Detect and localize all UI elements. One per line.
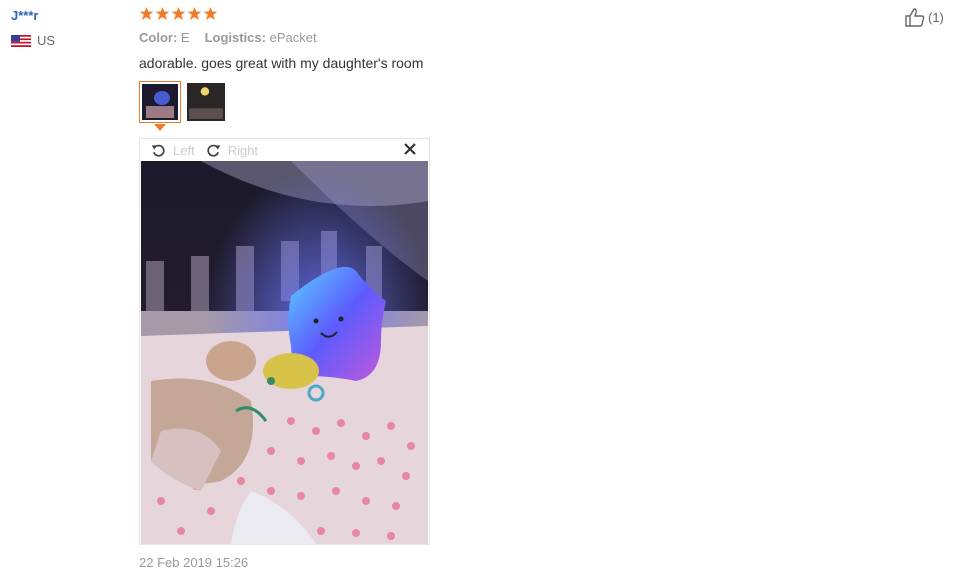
review-text: adorable. goes great with my daughter's … [139, 55, 424, 71]
review-thumbnail-2[interactable] [185, 81, 227, 123]
rotate-left-button[interactable]: Left [150, 142, 195, 159]
rotate-left-label: Left [173, 142, 195, 158]
order-attributes: Color: E Logistics: ePacket [139, 30, 317, 45]
review-photo [141, 161, 428, 544]
review-thumbnails [139, 81, 227, 123]
color-label: Color: [139, 30, 178, 45]
logistics-label: Logistics: [204, 30, 266, 45]
review-photo-thumbnail [187, 83, 225, 121]
logistics-value: ePacket [269, 30, 317, 45]
rotate-right-icon [207, 144, 220, 157]
review-date: 22 Feb 2019 15:26 [139, 555, 249, 570]
color-attribute: Color: E [139, 30, 190, 45]
logistics-attribute: Logistics: ePacket [205, 30, 317, 45]
viewer-toolbar: Left Right [140, 139, 429, 161]
reviewer-country: US [11, 33, 55, 48]
rotate-right-button[interactable]: Right [205, 142, 258, 159]
star-icon [155, 6, 170, 21]
us-flag-icon [11, 34, 31, 47]
photo-viewer: Left Right [139, 138, 430, 545]
star-icon [203, 6, 218, 21]
star-icon [139, 6, 154, 21]
thumbnail-pointer [154, 124, 166, 131]
rotate-right-label: Right [227, 142, 259, 158]
star-rating [139, 6, 218, 21]
reviewer-name[interactable]: J***r [11, 8, 38, 23]
star-icon [187, 6, 202, 21]
helpful-button[interactable]: (1) [904, 7, 944, 27]
thumbs-up-icon [905, 8, 925, 27]
country-code: US [37, 33, 56, 48]
rotate-left-icon [151, 144, 165, 157]
review-thumbnail-1[interactable] [139, 81, 181, 123]
helpful-count: (1) [928, 9, 944, 25]
color-value: E [180, 30, 190, 45]
close-icon[interactable] [403, 142, 417, 156]
star-icon [171, 6, 186, 21]
review-photo-thumbnail [142, 84, 178, 120]
